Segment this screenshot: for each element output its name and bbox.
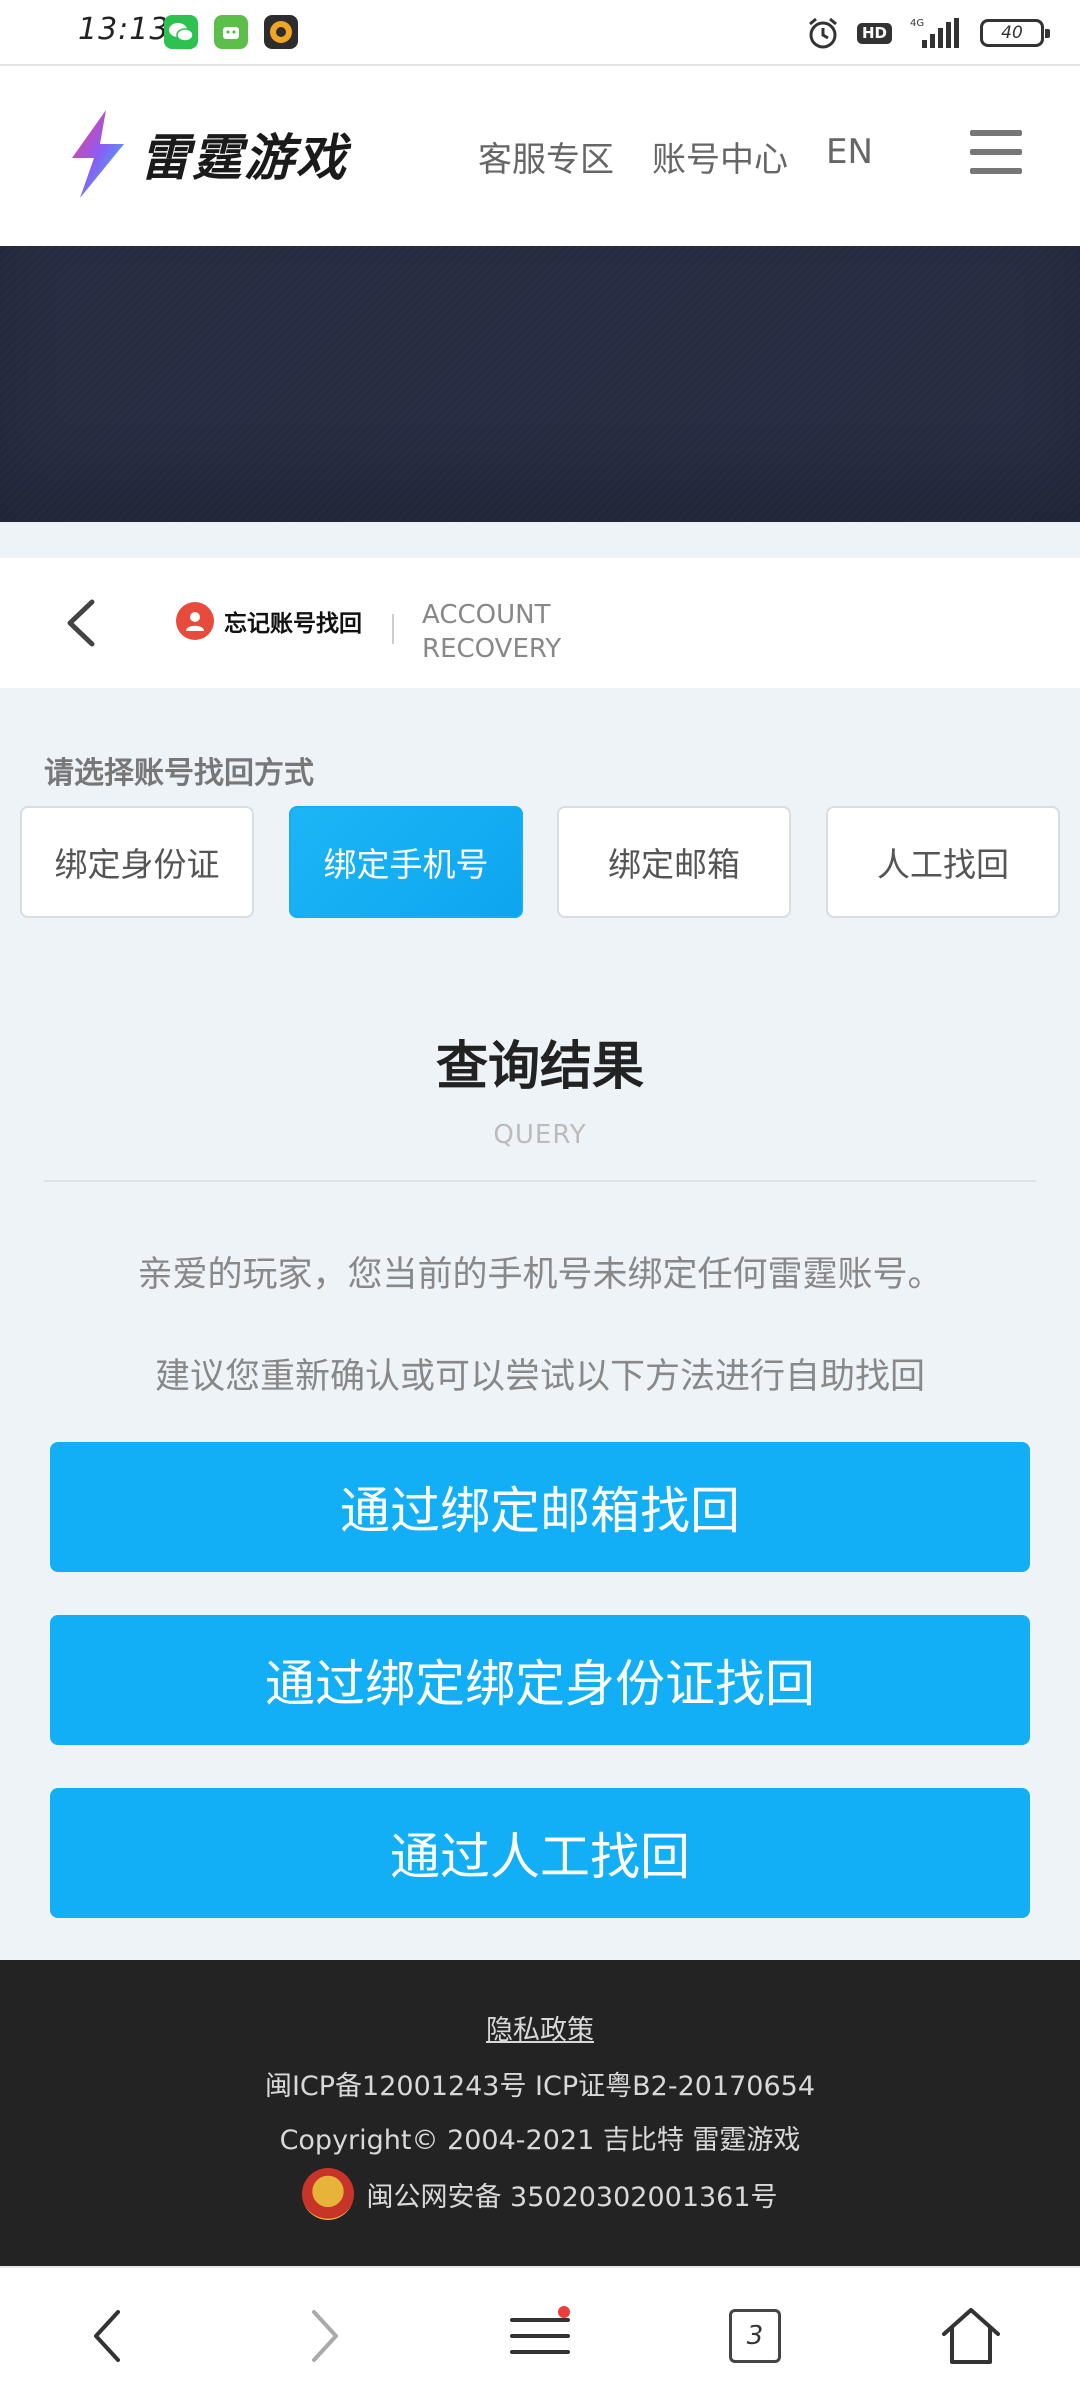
title-en-line1: ACCOUNT <box>422 600 551 630</box>
battery-indicator: 40 <box>980 19 1050 47</box>
status-bar: 13:13 HD 4G 40 <box>0 0 1080 66</box>
lightning-logo-icon <box>72 110 124 198</box>
result-subtitle: QUERY <box>493 1120 587 1150</box>
browser-tabs-button[interactable]: 3 <box>715 2298 795 2374</box>
tab-manual[interactable]: 人工找回 <box>826 806 1060 918</box>
recover-by-id-card-button[interactable]: 通过绑定绑定身份证找回 <box>50 1615 1030 1745</box>
nav-account-center[interactable]: 账号中心 <box>652 132 788 181</box>
police-record-text: 闽公网安备 35020302001361号 <box>366 2181 778 2213</box>
alarm-icon <box>809 17 837 49</box>
tab-email[interactable]: 绑定邮箱 <box>557 806 791 918</box>
tab-id-card[interactable]: 绑定身份证 <box>20 806 254 918</box>
status-time: 13:13 <box>78 12 170 47</box>
browser-menu-icon[interactable] <box>500 2298 580 2374</box>
icp-info: 闽ICP备12001243号 ICP证粤B2-20170654 <box>264 2071 816 2102</box>
header-nav: 客服专区 账号中心 EN <box>478 132 873 181</box>
signal-icon: 4G <box>910 18 959 48</box>
page-title: 忘记账号找回 <box>224 611 362 637</box>
title-divider <box>392 614 394 644</box>
result-suggestion: 建议您重新确认或可以尝试以下方法进行自助找回 <box>154 1357 925 1397</box>
recover-by-email-button[interactable]: 通过绑定邮箱找回 <box>50 1442 1030 1572</box>
site-header: 雷霆游戏 客服专区 账号中心 EN <box>0 66 1080 246</box>
logo[interactable]: 雷霆游戏 <box>66 106 348 202</box>
result-message: 亲爱的玩家，您当前的手机号未绑定任何雷霆账号。 <box>137 1255 943 1295</box>
tab-phone[interactable]: 绑定手机号 <box>289 806 523 918</box>
browser-back-icon[interactable] <box>68 2298 148 2374</box>
hd-badge: HD <box>856 22 892 44</box>
wechat-icon <box>164 15 198 49</box>
title-en-line2: RECOVERY <box>422 634 562 664</box>
battery-level: 40 <box>1001 23 1023 43</box>
android-app-icon <box>214 15 248 49</box>
police-emblem-icon <box>302 2168 355 2220</box>
status-indicators: HD 4G 40 <box>805 14 1050 52</box>
privacy-policy-link[interactable]: 隐私政策 <box>486 2015 594 2046</box>
page-title-en: ACCOUNT RECOVERY <box>422 598 561 666</box>
browser-forward-icon[interactable] <box>284 2298 364 2374</box>
nav-customer-service[interactable]: 客服专区 <box>478 132 614 181</box>
nav-language-en[interactable]: EN <box>826 132 873 181</box>
menu-icon[interactable] <box>970 130 1022 174</box>
site-footer: 隐私政策 闽ICP备12001243号 ICP证粤B2-20170654 Cop… <box>0 1960 1080 2266</box>
copyright: Copyright© 2004-2021 吉比特 雷霆游戏 <box>279 2125 801 2156</box>
tab-count: 3 <box>729 2309 781 2363</box>
method-label: 请选择账号找回方式 <box>44 756 314 791</box>
recover-manually-button[interactable]: 通过人工找回 <box>50 1788 1030 1918</box>
hero-banner <box>0 246 1080 522</box>
result-title: 查询结果 <box>435 1037 644 1097</box>
browser-home-icon[interactable] <box>931 2298 1011 2374</box>
police-record: 闽公网安备 35020302001361号 <box>302 2168 778 2220</box>
network-type: 4G <box>910 18 924 29</box>
browser-bottom-nav: 3 <box>0 2266 1080 2400</box>
game-app-icon <box>264 15 298 49</box>
recovery-method-tabs: 绑定身份证 绑定手机号 绑定邮箱 人工找回 <box>20 806 1060 918</box>
account-recovery-icon <box>176 602 214 640</box>
logo-text: 雷霆游戏 <box>140 129 348 187</box>
back-arrow-icon[interactable] <box>60 598 104 648</box>
page-titlebar: 忘记账号找回 ACCOUNT RECOVERY <box>0 558 1080 688</box>
divider <box>44 1180 1036 1182</box>
